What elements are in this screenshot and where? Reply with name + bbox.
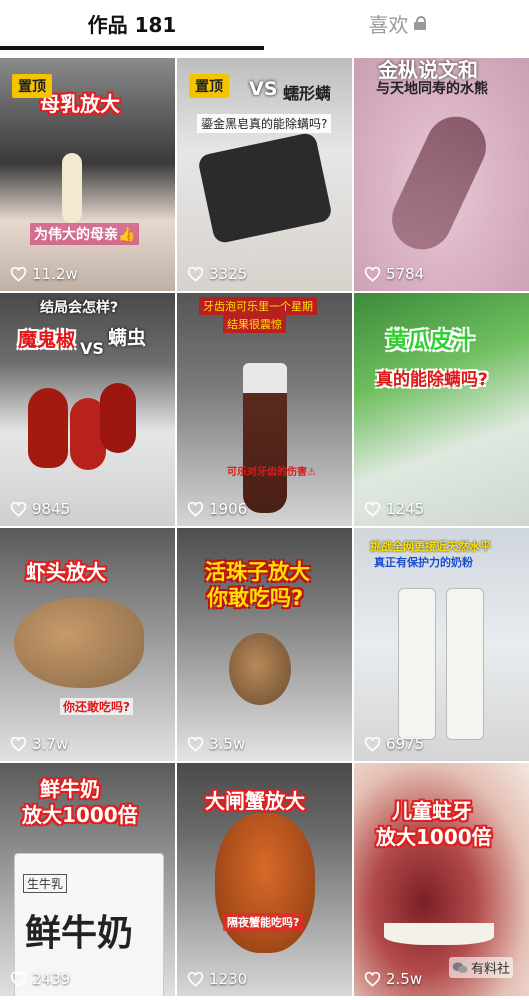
milk-drop <box>62 153 82 223</box>
tile-caption: 母乳放大 <box>40 92 120 116</box>
like-count: 2439 <box>10 970 70 988</box>
tile-caption: 黄瓜皮汁 <box>386 329 475 354</box>
heart-icon <box>10 736 27 752</box>
tile-caption: 虾头放大 <box>26 560 106 584</box>
video-tile[interactable]: 活珠子放大 你敢吃吗? 3.5w <box>177 528 352 761</box>
lock-icon <box>413 16 426 30</box>
video-tile[interactable]: 儿童蛀牙 放大1000倍 2.5w 有料社 <box>354 763 529 996</box>
video-tile[interactable]: 虾头放大 你还敢吃吗? 3.7w <box>0 528 175 761</box>
tile-subcaption: 与天地同寿的水熊 <box>376 81 488 97</box>
heart-icon <box>10 501 27 517</box>
tab-likes-label: 喜欢 <box>368 12 409 37</box>
active-tab-indicator <box>0 46 264 50</box>
heart-icon <box>10 971 27 987</box>
tab-works[interactable]: 作品 181 <box>0 0 264 46</box>
milk-tube <box>398 588 436 740</box>
heart-icon <box>364 266 381 282</box>
teeth <box>384 923 494 945</box>
tile-caption: VS <box>249 78 278 100</box>
tile-caption: 魔鬼椒 <box>18 329 76 351</box>
heart-icon <box>187 971 204 987</box>
shrimp <box>14 598 144 688</box>
like-count: 11.2w <box>10 265 78 283</box>
tile-subcaption: 真的能除螨吗? <box>376 370 488 390</box>
tile-caption: 放大1000倍 <box>22 803 138 827</box>
tile-subcaption: 隔夜蟹能吃吗? <box>223 913 304 931</box>
test-tube <box>243 363 287 513</box>
tile-caption: 放大1000倍 <box>376 825 492 849</box>
tab-likes[interactable]: 喜欢 <box>265 0 529 46</box>
chili-pepper <box>28 388 68 468</box>
tile-caption: 儿童蛀牙 <box>392 799 472 823</box>
like-count: 3325 <box>187 265 247 283</box>
tile-subcaption: 可乐对牙齿的伤害⚠ <box>227 467 316 478</box>
watermark: 有料社 <box>448 957 513 978</box>
tile-caption: 结果很震惊 <box>223 315 286 333</box>
video-tile[interactable]: 大闸蟹放大 隔夜蟹能吃吗? 1230 <box>177 763 352 996</box>
like-count: 5784 <box>364 265 424 283</box>
like-count: 2.5w <box>364 970 422 988</box>
package-title: 鲜牛奶 <box>25 913 134 954</box>
like-count: 6975 <box>364 735 424 753</box>
tile-subcaption: 你还敢吃吗? <box>60 698 133 715</box>
video-tile[interactable]: 金枞说文和 与天地同寿的水熊 5784 <box>354 58 529 291</box>
balut-egg <box>229 633 291 705</box>
heart-icon <box>187 501 204 517</box>
tile-caption: 蠕形螨 <box>283 84 332 103</box>
profile-tabs: 作品 181 喜欢 <box>0 0 529 50</box>
video-tile[interactable]: 结局会怎样? 魔鬼椒 VS 螨虫 9845 <box>0 293 175 526</box>
tile-caption: 结局会怎样? <box>40 300 119 316</box>
tile-caption: 真正有保护力的奶粉 <box>374 556 473 569</box>
heart-icon <box>187 736 204 752</box>
tile-subcaption: 鎏金黑皂真的能除螨吗? <box>197 114 332 133</box>
video-tile[interactable]: 置顶 VS 蠕形螨 鎏金黑皂真的能除螨吗? 3325 <box>177 58 352 291</box>
tile-caption: VS <box>80 339 104 358</box>
crab <box>215 813 315 953</box>
tile-caption: 鲜牛奶 <box>40 777 100 801</box>
heart-icon <box>364 971 381 987</box>
video-tile[interactable]: 置顶 母乳放大 为伟大的母亲👍 11.2w <box>0 58 175 291</box>
tab-works-label: 作品 181 <box>87 12 177 37</box>
like-count: 3.7w <box>10 735 68 753</box>
like-count: 1245 <box>364 500 424 518</box>
video-tile[interactable]: 黄瓜皮汁 真的能除螨吗? 1245 <box>354 293 529 526</box>
tile-caption: 挑战全网更接近天然水平 <box>370 540 491 553</box>
tile-caption: 牙齿泡可乐里一个星期 <box>199 297 317 315</box>
like-count: 9845 <box>10 500 70 518</box>
heart-icon <box>187 266 204 282</box>
video-tile[interactable]: 生牛乳 鲜牛奶 鲜牛奶 放大1000倍 2439 <box>0 763 175 996</box>
heart-icon <box>364 736 381 752</box>
video-tile[interactable]: 挑战全网更接近天然水平 真正有保护力的奶粉 6975 <box>354 528 529 761</box>
tile-caption: 螨虫 <box>108 327 147 349</box>
heart-icon <box>10 266 27 282</box>
chili-pepper <box>100 383 136 453</box>
like-count: 1230 <box>187 970 247 988</box>
tile-caption: 你敢吃吗? <box>207 586 304 610</box>
wechat-icon <box>452 961 468 973</box>
video-tile[interactable]: 牙齿泡可乐里一个星期 结果很震惊 可乐对牙齿的伤害⚠ 1906 <box>177 293 352 526</box>
heart-icon <box>364 501 381 517</box>
like-count: 3.5w <box>187 735 245 753</box>
video-grid: 置顶 母乳放大 为伟大的母亲👍 11.2w 置顶 VS 蠕形螨 鎏金黑皂真的能除… <box>0 58 529 996</box>
package-label: 生牛乳 <box>23 874 68 893</box>
tile-subcaption: 为伟大的母亲👍 <box>30 223 140 245</box>
like-count: 1906 <box>187 500 247 518</box>
tile-caption: 大闸蟹放大 <box>205 789 305 813</box>
milk-tube <box>446 588 484 740</box>
pinned-badge: 置顶 <box>189 74 229 98</box>
pinned-badge: 置顶 <box>12 74 52 98</box>
